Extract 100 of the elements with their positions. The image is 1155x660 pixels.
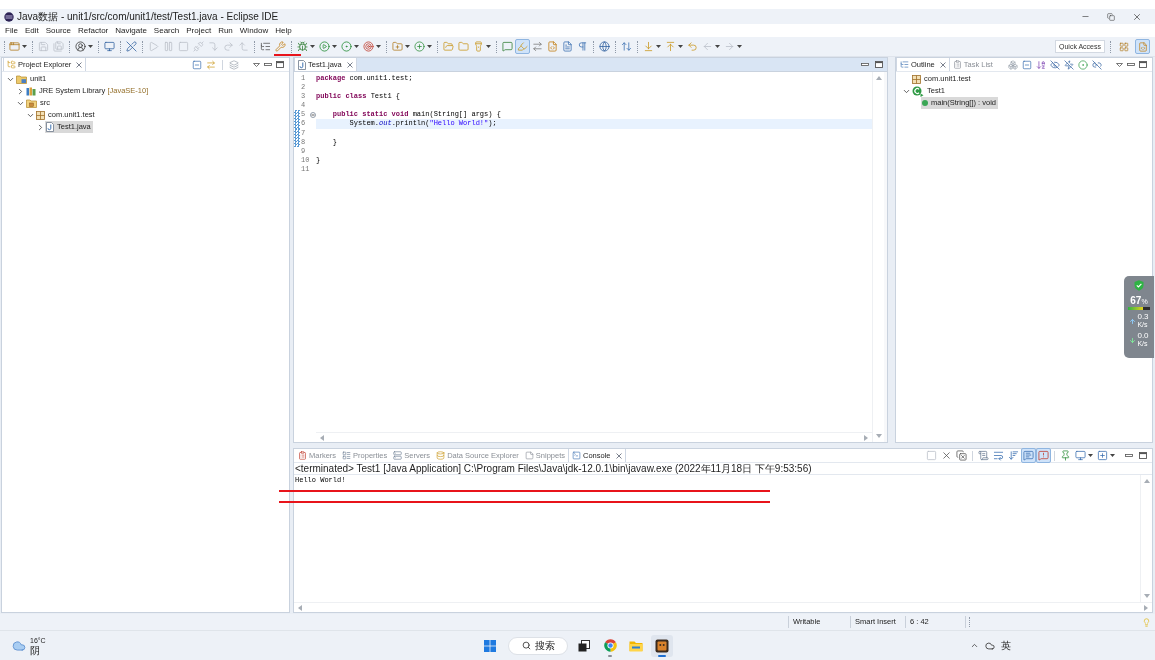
caret-icon[interactable] (88, 45, 93, 48)
scroll-up-arrow-icon[interactable] (1143, 479, 1150, 483)
usage-percent: 67 (1130, 295, 1142, 306)
scroll-left-arrow-icon[interactable] (320, 434, 324, 441)
toolbar-button[interactable] (954, 448, 969, 463)
chevron-up-icon[interactable] (970, 641, 979, 650)
caret-icon[interactable] (405, 45, 410, 48)
caret-icon[interactable] (376, 45, 381, 48)
view-menu-icon[interactable] (253, 62, 260, 67)
caret-icon[interactable] (678, 45, 683, 48)
maximize-icon[interactable] (875, 61, 883, 68)
caret-icon[interactable] (427, 45, 432, 48)
close-icon[interactable] (939, 61, 946, 68)
toolbar-button[interactable] (500, 39, 515, 54)
toolbar-button[interactable] (1073, 448, 1095, 463)
minimize-icon[interactable] (1125, 454, 1133, 457)
toolbar-button[interactable] (560, 39, 575, 54)
flashlight-icon (473, 41, 484, 52)
maximize-icon[interactable] (1139, 452, 1147, 459)
menu-item[interactable]: Source (45, 25, 72, 36)
input-method-indicator[interactable]: 英 (1001, 639, 1011, 652)
horizontal-scrollbar[interactable] (294, 602, 1152, 612)
swap-arrows-icon[interactable] (206, 59, 216, 70)
method-icon (922, 100, 928, 106)
toolbar-button[interactable] (619, 39, 634, 54)
scroll-left-arrow-icon[interactable] (298, 604, 302, 611)
fold-minus-icon[interactable] (310, 111, 316, 118)
layers-icon[interactable] (229, 59, 239, 70)
horizontal-scrollbar[interactable] (316, 432, 872, 442)
vertical-scrollbar[interactable] (1140, 475, 1152, 602)
forward-arrow-icon (724, 41, 735, 52)
project-folder-icon (16, 74, 27, 84)
close-icon[interactable] (346, 61, 353, 68)
caret-icon[interactable] (310, 45, 315, 48)
minimize-icon[interactable] (264, 63, 272, 66)
caret-icon[interactable] (354, 45, 359, 48)
scroll-right-arrow-icon[interactable] (1144, 604, 1148, 611)
caret-icon[interactable] (332, 45, 337, 48)
cloud-icon[interactable] (985, 640, 995, 651)
collapse-all-icon[interactable] (1022, 59, 1032, 70)
caret-icon[interactable] (486, 45, 491, 48)
sort-az-icon[interactable] (1036, 59, 1046, 70)
menu-item[interactable]: Refactor (78, 25, 109, 36)
toolbar-button[interactable] (361, 39, 383, 54)
caret-icon[interactable] (1110, 454, 1115, 457)
toolbar-button[interactable] (124, 39, 139, 54)
taskbar-app-button[interactable] (651, 634, 673, 657)
menu-item[interactable]: Edit (24, 25, 39, 36)
scroll-down-arrow-icon[interactable] (875, 434, 882, 438)
app-icon (4, 11, 14, 22)
caret-icon[interactable] (22, 45, 27, 48)
transfer-rate: 0.3 (1137, 313, 1149, 321)
view-menu-icon[interactable] (1116, 62, 1123, 67)
toolbar-button[interactable] (1006, 448, 1021, 463)
toolbar-button[interactable] (412, 39, 434, 54)
crossed-link-icon[interactable] (1092, 59, 1102, 70)
boxes-icon[interactable] (1008, 59, 1018, 70)
toolbar-button[interactable] (295, 39, 317, 54)
close-icon[interactable] (76, 61, 83, 68)
close-icon[interactable] (615, 452, 622, 459)
toolbar-button[interactable] (597, 39, 612, 54)
toolbar-button[interactable] (1036, 448, 1051, 463)
minimize-icon[interactable] (1127, 63, 1135, 66)
caret-icon[interactable] (1088, 454, 1093, 457)
scroll-up-arrow-icon[interactable] (875, 76, 882, 80)
collapse-all-icon[interactable] (192, 59, 202, 70)
restore-icon[interactable] (1107, 12, 1115, 21)
scroll-down-arrow-icon[interactable] (1143, 594, 1150, 598)
close-icon[interactable] (1132, 11, 1142, 22)
toolbar-button[interactable] (976, 448, 991, 463)
caret-icon[interactable] (656, 45, 661, 48)
dot-circle-icon[interactable] (1078, 59, 1088, 70)
play-circle-icon (319, 41, 330, 52)
monitor-icon (104, 41, 115, 52)
toolbar-button[interactable] (530, 39, 545, 54)
scroll-right-arrow-icon[interactable] (864, 434, 868, 441)
menu-item[interactable]: Window (239, 25, 269, 36)
toolbar-button[interactable] (339, 39, 361, 54)
arrow-down-icon (1129, 336, 1137, 344)
toolbar-button[interactable] (1021, 448, 1036, 463)
search-button[interactable]: 搜索 (508, 636, 568, 655)
menu-item[interactable]: File (5, 25, 18, 36)
menu-item[interactable]: Project (186, 25, 212, 36)
menu-item[interactable]: Navigate (115, 25, 147, 36)
crossed-eye-icon[interactable] (1050, 59, 1060, 70)
menu-item[interactable]: Help (275, 25, 292, 36)
toolbar-button[interactable] (102, 39, 117, 54)
minimize-icon[interactable] (861, 63, 869, 66)
four-squares-icon[interactable] (484, 639, 496, 652)
maximize-icon[interactable] (276, 61, 284, 68)
globe-icon (599, 41, 610, 52)
vertical-scrollbar[interactable] (872, 72, 884, 442)
menu-item[interactable]: Run (218, 25, 233, 36)
toolbar-button[interactable] (1095, 448, 1117, 463)
crossed-bolt-icon[interactable] (1064, 59, 1074, 70)
package-icon (912, 74, 921, 84)
toolbar-button[interactable] (73, 39, 95, 54)
perspective-button[interactable] (1135, 39, 1150, 54)
menu-item[interactable]: Search (153, 25, 180, 36)
maximize-icon[interactable] (1139, 61, 1147, 68)
